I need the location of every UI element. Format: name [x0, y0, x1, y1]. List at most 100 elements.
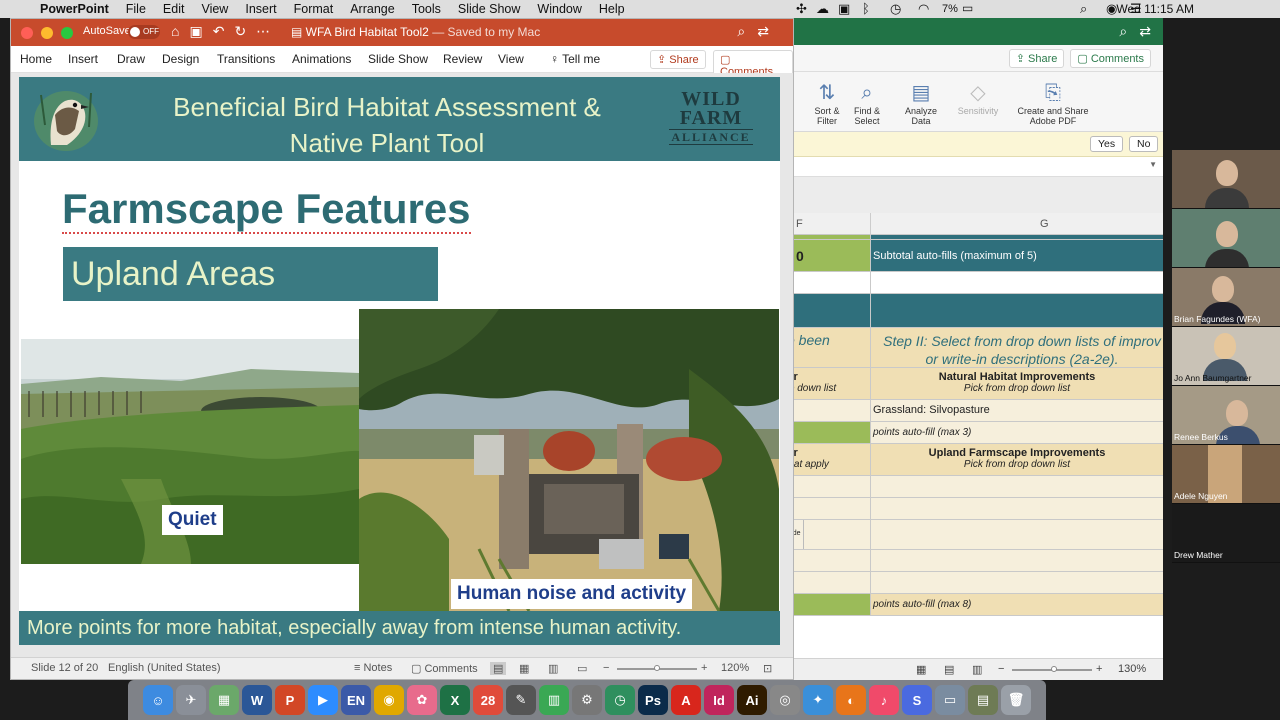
zoom-window-button[interactable]: [61, 27, 73, 39]
safari-icon[interactable]: ✦: [803, 685, 833, 715]
document-icon[interactable]: ▤: [968, 685, 998, 715]
chevron-down-icon[interactable]: ▼: [1149, 160, 1157, 169]
launchpad-icon[interactable]: ✈: [176, 685, 206, 715]
excel-zoom-level[interactable]: 130%: [1118, 663, 1146, 675]
tab-design[interactable]: Design: [162, 52, 199, 66]
slideshow-view-icon[interactable]: ▭: [577, 662, 587, 675]
control-center-icon[interactable]: ☰: [1130, 1, 1142, 17]
word-icon[interactable]: W: [242, 685, 272, 715]
slide-sorter-icon[interactable]: ▦: [519, 662, 529, 675]
normal-view-icon[interactable]: ▤: [490, 662, 507, 675]
preview-icon[interactable]: ▦: [209, 685, 239, 715]
zoom-slider-knob[interactable]: [654, 665, 660, 671]
grid-cell[interactable]: Step II: Select from drop down lists of …: [870, 328, 1163, 367]
zoom-status-icon[interactable]: ▣: [838, 1, 850, 17]
grid-cell[interactable]: Upland Farmscape Improvements Pick from …: [870, 444, 1163, 475]
excel-share-people-icon[interactable]: ⇄: [1139, 23, 1151, 40]
tab-view[interactable]: View: [498, 52, 524, 66]
excel-share-button[interactable]: ⇪ Share: [1008, 48, 1065, 68]
image-capture-icon[interactable]: ▭: [935, 685, 965, 715]
en-input-icon[interactable]: EN: [341, 685, 371, 715]
menu-tools[interactable]: Tools: [412, 2, 441, 16]
puzzle-icon[interactable]: ✣: [796, 1, 807, 17]
excel-search-icon[interactable]: ⌕: [1119, 23, 1127, 40]
grid-cell[interactable]: [870, 294, 1163, 327]
photos-icon[interactable]: ✿: [407, 685, 437, 715]
participant-tile[interactable]: Brian Fagundes (WFA): [1172, 268, 1280, 327]
disk-utility-icon[interactable]: ◎: [770, 685, 800, 715]
undo-icon[interactable]: ↶: [213, 23, 235, 39]
document-title[interactable]: ▤ WFA Bird Habitat Tool2 — Saved to my M…: [291, 25, 540, 39]
share-people-icon[interactable]: ⇄: [757, 23, 781, 39]
grid-cell[interactable]: [870, 550, 1163, 571]
excel-formula-bar[interactable]: ▼: [780, 157, 1163, 177]
normal-view-icon[interactable]: ▦: [916, 663, 926, 676]
tell-me-search[interactable]: ♀ Tell me: [550, 52, 600, 66]
participant-tile[interactable]: Adele Nguyen: [1172, 445, 1280, 504]
ppt-share-button[interactable]: ⇪ Share: [650, 50, 706, 69]
page-break-icon[interactable]: ▥: [972, 663, 982, 676]
notes-button[interactable]: ≡ Notes: [354, 662, 392, 674]
excel-comments-button[interactable]: ▢ Comments: [1070, 48, 1151, 68]
grid-cell[interactable]: points auto-fill (max 3): [870, 422, 1163, 443]
tab-transitions[interactable]: Transitions: [217, 52, 275, 66]
grid-cell[interactable]: points auto-fill (max 8): [870, 594, 1163, 615]
status-comments-button[interactable]: ▢ Comments: [411, 662, 478, 675]
chrome-icon[interactable]: ◉: [374, 685, 404, 715]
powerpoint-icon[interactable]: P: [275, 685, 305, 715]
redo-icon[interactable]: ↻: [234, 23, 256, 39]
calendar-icon[interactable]: 28: [473, 685, 503, 715]
menu-arrange[interactable]: Arrange: [350, 2, 394, 16]
menu-app-name[interactable]: PowerPoint: [40, 2, 109, 16]
analyze-data-button[interactable]: ▤ Analyze Data: [898, 80, 944, 126]
grid-cell[interactable]: Grassland: Silvopasture: [870, 400, 1163, 421]
firefox-icon[interactable]: ◐: [836, 685, 866, 715]
menu-clock[interactable]: Wed 11:15 AM: [1116, 2, 1194, 16]
tab-slide-show[interactable]: Slide Show: [368, 52, 428, 66]
indesign-icon[interactable]: Id: [704, 685, 734, 715]
reading-view-icon[interactable]: ▥: [548, 662, 558, 675]
stamp-icon[interactable]: ✎: [506, 685, 536, 715]
trash-icon[interactable]: 🗑: [1001, 685, 1031, 715]
participant-tile[interactable]: [1172, 209, 1280, 268]
message-yes-button[interactable]: Yes: [1090, 136, 1124, 152]
ppt-zoom-level[interactable]: 120%: [721, 662, 749, 674]
siri-icon[interactable]: ◉: [1106, 1, 1117, 17]
bluetooth-icon[interactable]: ᛒ: [862, 1, 870, 16]
battery-icon[interactable]: ▭: [962, 1, 973, 15]
finder-icon[interactable]: ☺: [143, 685, 173, 715]
tab-animations[interactable]: Animations: [292, 52, 351, 66]
grid-cell[interactable]: [870, 520, 1163, 549]
fit-to-window-icon[interactable]: ⊡: [763, 662, 772, 675]
creative-cloud-icon[interactable]: ☁: [816, 1, 829, 17]
menu-window[interactable]: Window: [537, 2, 581, 16]
sensitivity-button[interactable]: ◇ Sensitivity: [953, 80, 1003, 116]
grid-cell[interactable]: [870, 272, 1163, 293]
shortcuts-icon[interactable]: S: [902, 685, 932, 715]
message-no-button[interactable]: No: [1129, 136, 1159, 152]
page-layout-icon[interactable]: ▤: [944, 663, 954, 676]
home-icon[interactable]: ⌂: [171, 23, 189, 39]
slide-canvas[interactable]: Beneficial Bird Habitat Assessment & Nat…: [19, 77, 780, 645]
grid-cell[interactable]: Subtotal auto-fills (maximum of 5): [870, 240, 1163, 271]
menu-file[interactable]: File: [126, 2, 146, 16]
menu-view[interactable]: View: [201, 2, 228, 16]
autosave-toggle[interactable]: OFF: [128, 25, 160, 39]
menu-help[interactable]: Help: [599, 2, 625, 16]
participant-tile[interactable]: [1172, 150, 1280, 209]
zoom-in-button[interactable]: +: [701, 662, 707, 674]
zoom-out-button[interactable]: −: [603, 662, 609, 674]
wifi-icon[interactable]: ◠: [918, 1, 929, 17]
zoom-slider-knob[interactable]: [1051, 666, 1057, 672]
grid-cell[interactable]: [870, 235, 1163, 239]
illustrator-icon[interactable]: Ai: [737, 685, 767, 715]
participant-tile[interactable]: Jo Ann Baumgartner: [1172, 327, 1280, 386]
zoom-out-button[interactable]: −: [998, 663, 1004, 675]
time-machine-icon[interactable]: ◷: [605, 685, 635, 715]
numbers-icon[interactable]: ▥: [539, 685, 569, 715]
grid-cell[interactable]: Natural Habitat Improvements Pick from d…: [870, 368, 1163, 399]
tab-draw[interactable]: Draw: [117, 52, 145, 66]
sort-filter-button[interactable]: ⇅ Sort & Filter: [806, 80, 848, 126]
menu-format[interactable]: Format: [294, 2, 334, 16]
column-header-g[interactable]: G: [1040, 218, 1049, 230]
